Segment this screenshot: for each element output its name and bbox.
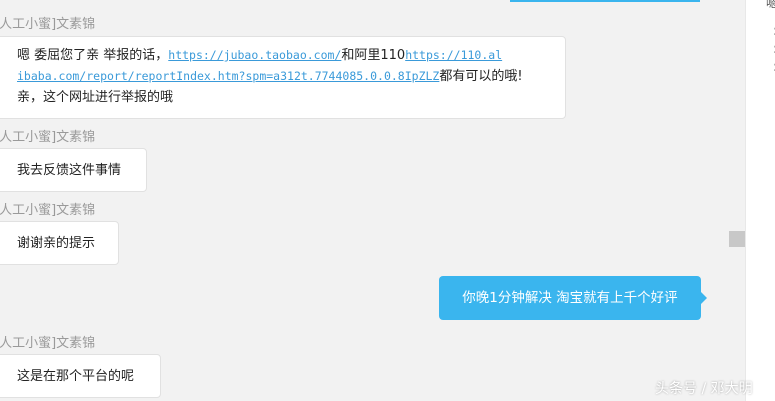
message-line-3: 亲，这个网址进行举报的哦 bbox=[17, 90, 174, 105]
scrollbar-thumb[interactable] bbox=[729, 231, 745, 247]
message-text: 我去反馈这件事情 bbox=[17, 163, 122, 178]
sender-name: [人工小蜜]文素锦 bbox=[0, 203, 96, 218]
scrollbar-track[interactable] bbox=[729, 0, 745, 401]
report-link-cont[interactable]: ibaba.com/report/reportIndex.htm?spm=a31… bbox=[17, 69, 439, 83]
message-text: 谢谢亲的提示 bbox=[17, 236, 96, 251]
side-panel: 嗯 : : : bbox=[745, 0, 775, 401]
message-line-1: 嗯 委屈您了亲 举报的话，https://jubao.taobao.com/和阿… bbox=[17, 48, 503, 63]
message-bubble: 我去反馈这件事情 bbox=[0, 148, 147, 192]
bubble-tail bbox=[701, 292, 707, 304]
watermark: 头条号 / 邓大明 bbox=[655, 381, 753, 397]
report-link[interactable]: https://110.al bbox=[405, 48, 502, 62]
outgoing-bubble-partial bbox=[510, 0, 700, 2]
sender-name: [人工小蜜]文素锦 bbox=[0, 17, 96, 32]
sender-name: [人工小蜜]文素锦 bbox=[0, 130, 96, 145]
message-line-2: ibaba.com/report/reportIndex.htm?spm=a31… bbox=[17, 69, 523, 84]
outgoing-message-bubble: 你晚1分钟解决 淘宝就有上千个好评 bbox=[439, 276, 707, 320]
message-bubble: 嗯 委屈您了亲 举报的话，https://jubao.taobao.com/和阿… bbox=[0, 36, 566, 119]
jubao-link[interactable]: https://jubao.taobao.com/ bbox=[168, 48, 341, 62]
chat-panel: [人工小蜜]文素锦 嗯 委屈您了亲 举报的话，https://jubao.tao… bbox=[0, 0, 729, 401]
side-panel-text: 嗯 bbox=[766, 0, 775, 10]
message-bubble: 谢谢亲的提示 bbox=[0, 221, 119, 265]
message-text: 这是在那个平台的呢 bbox=[17, 369, 135, 384]
sender-name: [人工小蜜]文素锦 bbox=[0, 336, 96, 351]
message-bubble: 这是在那个平台的呢 bbox=[0, 354, 161, 398]
outgoing-message-text: 你晚1分钟解决 淘宝就有上千个好评 bbox=[462, 290, 678, 306]
